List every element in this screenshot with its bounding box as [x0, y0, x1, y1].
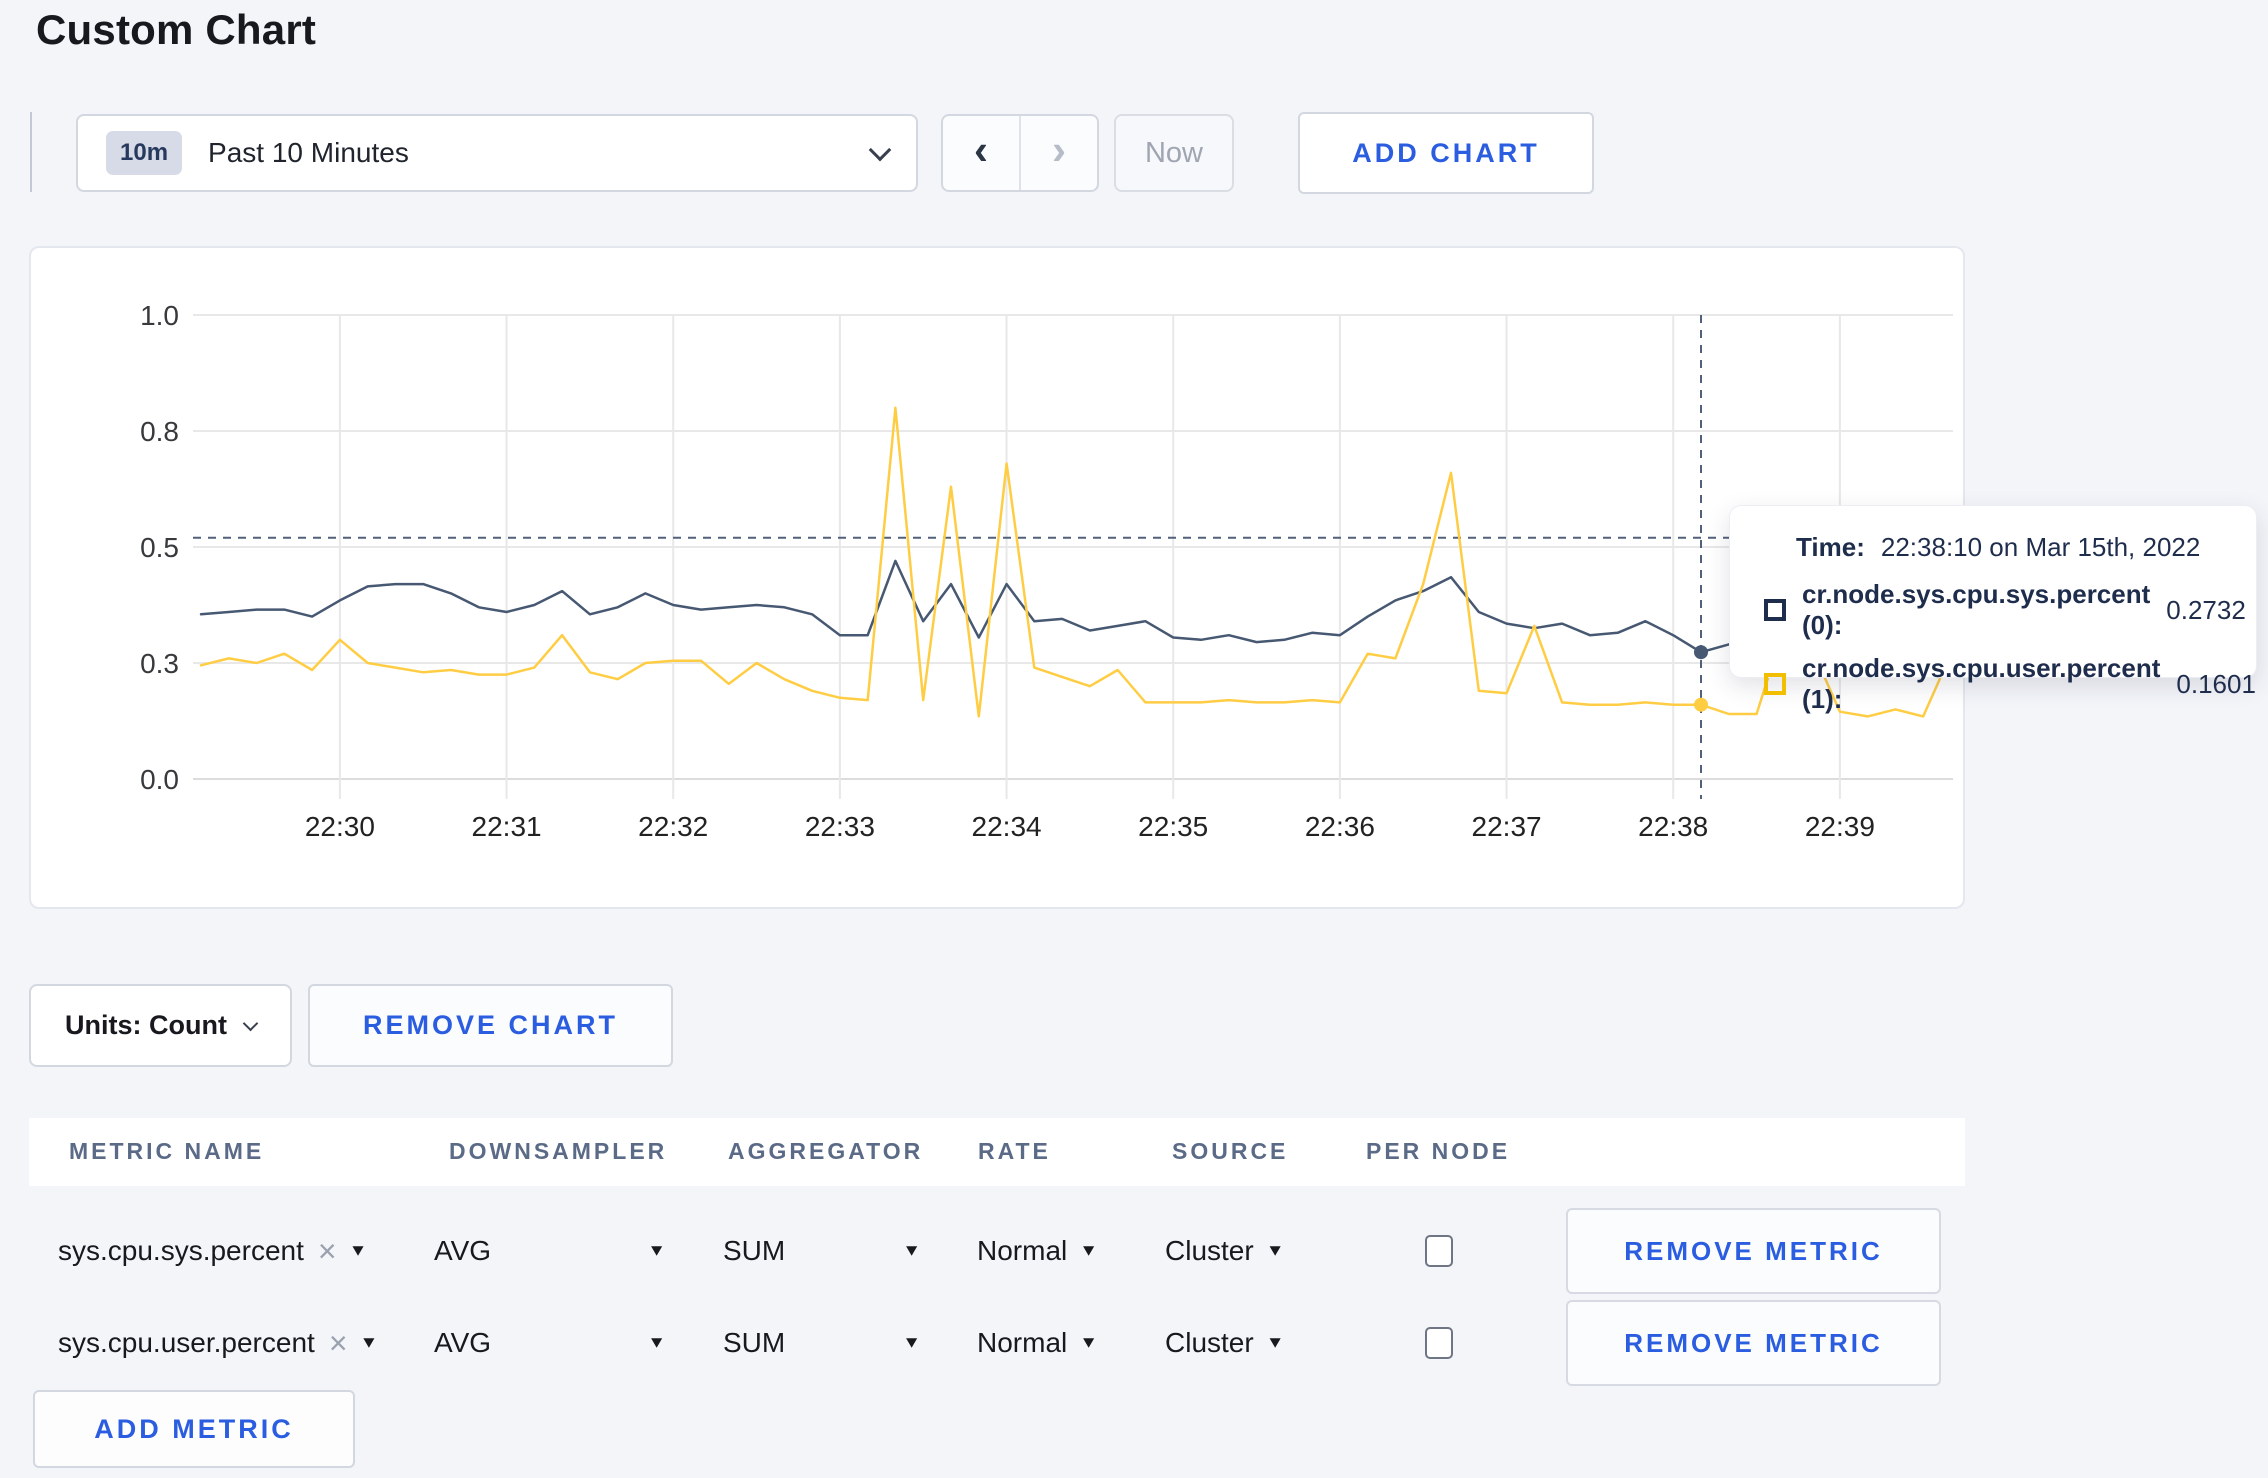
rate-dropdown[interactable]: Normal ▼	[977, 1297, 1098, 1389]
tooltip-series-entry: cr.node.sys.cpu.user.percent (1): 0.1601	[1764, 653, 2256, 715]
tooltip-series-value: 0.1601	[2176, 668, 2256, 699]
tooltip-time-value: 22:38:10 on Mar 15th, 2022	[1880, 532, 2201, 562]
downsampler-value: AVG	[434, 1327, 492, 1358]
metric-name-group: sys.cpu.sys.percent ×	[58, 1235, 337, 1267]
chart-plot[interactable]: 1.0 0.8 0.5 0.3 0.0 22:30 22:31 22:32 22:33 22:34…	[31, 248, 1967, 911]
now-button[interactable]: Now	[1114, 114, 1234, 192]
series-swatch-icon	[1764, 673, 1786, 695]
source-dropdown[interactable]: Cluster ▼	[1165, 1297, 1285, 1389]
aggregator-dropdown[interactable]: SUM ▼	[723, 1297, 921, 1389]
caret-down-icon: ▼	[1265, 1333, 1285, 1352]
prev-timerange-button[interactable]: ‹	[943, 116, 1021, 190]
caret-down-icon: ▼	[1079, 1241, 1099, 1260]
metric-name-value: sys.cpu.user.percent	[58, 1327, 315, 1358]
rate-value: Normal	[977, 1327, 1068, 1358]
caret-down-icon: ▼	[902, 1333, 921, 1352]
metrics-table-header: METRIC NAME DOWNSAMPLER AGGREGATOR RATE SOUR…	[29, 1118, 1965, 1186]
svg-text:0.0: 0.0	[140, 764, 179, 795]
aggregator-dropdown[interactable]: SUM ▼	[723, 1205, 921, 1297]
tooltip-entries: cr.node.sys.cpu.sys.percent (0): 0.2732 cr…	[1764, 579, 2256, 715]
metric-row: sys.cpu.sys.percent × ▼ AVG ▼ SUM ▼ Normal ▼ Clus…	[29, 1205, 1965, 1297]
svg-text:1.0: 1.0	[140, 300, 179, 331]
metric-name-dropdown[interactable]: sys.cpu.sys.percent × ▼	[58, 1205, 368, 1297]
add-chart-button[interactable]: ADD CHART	[1298, 112, 1594, 194]
column-header-downsampler: DOWNSAMPLER	[449, 1138, 668, 1164]
add-metric-button[interactable]: ADD METRIC	[33, 1390, 355, 1468]
aggregator-value: SUM	[723, 1235, 786, 1266]
units-dropdown[interactable]: Units: Count	[29, 984, 292, 1067]
caret-down-icon: ▼	[348, 1241, 368, 1260]
remove-chart-button[interactable]: REMOVE CHART	[308, 984, 673, 1067]
downsampler-dropdown[interactable]: AVG ▼	[434, 1205, 666, 1297]
caret-down-icon: ▼	[359, 1333, 379, 1352]
downsampler-value: AVG	[434, 1235, 492, 1266]
time-window-dropdown[interactable]: 10m Past 10 Minutes	[76, 114, 918, 192]
remove-metric-button[interactable]: REMOVE METRIC	[1566, 1208, 1941, 1294]
svg-text:22:39: 22:39	[1805, 811, 1875, 842]
tooltip-series-label: cr.node.sys.cpu.sys.percent (0):	[1802, 579, 2151, 640]
caret-down-icon: ▼	[902, 1241, 921, 1260]
column-header-per-node: PER NODE	[1366, 1138, 1511, 1164]
aggregator-value: SUM	[723, 1327, 786, 1358]
per-node-checkbox[interactable]	[1425, 1327, 1453, 1359]
metric-name-value: sys.cpu.sys.percent	[58, 1235, 304, 1266]
time-pager: ‹ ›	[941, 114, 1099, 192]
chart-tooltip: Time: 22:38:10 on Mar 15th, 2022 cr.node…	[1729, 505, 2257, 714]
caret-down-icon: ▼	[647, 1333, 666, 1352]
chevron-down-icon	[242, 1015, 259, 1032]
caret-down-icon: ▼	[1265, 1241, 1285, 1260]
svg-text:22:35: 22:35	[1138, 811, 1208, 842]
downsampler-dropdown[interactable]: AVG ▼	[434, 1297, 666, 1389]
svg-text:22:37: 22:37	[1472, 811, 1542, 842]
chart-card: 1.0 0.8 0.5 0.3 0.0 22:30 22:31 22:32 22:33 22:34…	[29, 246, 1965, 909]
source-dropdown[interactable]: Cluster ▼	[1165, 1205, 1285, 1297]
svg-text:22:31: 22:31	[472, 811, 542, 842]
units-label: Units: Count	[65, 1010, 227, 1040]
column-header-source: SOURCE	[1172, 1138, 1289, 1164]
tooltip-series-entry: cr.node.sys.cpu.sys.percent (0): 0.2732	[1764, 579, 2246, 641]
rate-value: Normal	[977, 1235, 1068, 1266]
metric-name-group: sys.cpu.user.percent ×	[58, 1327, 348, 1359]
column-header-aggregator: AGGREGATOR	[728, 1138, 924, 1164]
chevron-left-icon: ‹	[974, 126, 988, 173]
svg-text:0.5: 0.5	[140, 532, 179, 563]
clear-metric-icon[interactable]: ×	[318, 1235, 337, 1267]
source-value: Cluster	[1165, 1327, 1254, 1358]
source-value: Cluster	[1165, 1235, 1254, 1266]
svg-text:22:36: 22:36	[1305, 811, 1375, 842]
metric-name-dropdown[interactable]: sys.cpu.user.percent × ▼	[58, 1297, 378, 1389]
svg-text:22:33: 22:33	[805, 811, 875, 842]
custom-chart-page: Custom Chart 10m Past 10 Minutes ‹ › Now…	[0, 0, 2268, 1478]
column-header-metric-name: METRIC NAME	[69, 1138, 265, 1164]
tooltip-time-label: Time:	[1796, 532, 1865, 562]
remove-metric-button[interactable]: REMOVE METRIC	[1566, 1300, 1941, 1386]
tooltip-series-label: cr.node.sys.cpu.user.percent (1):	[1802, 653, 2161, 714]
page-title: Custom Chart	[36, 6, 317, 53]
caret-down-icon: ▼	[1079, 1333, 1099, 1352]
tooltip-series-value: 0.2732	[2166, 594, 2246, 625]
chevron-right-icon: ›	[1052, 126, 1066, 173]
clear-metric-icon[interactable]: ×	[329, 1327, 348, 1359]
svg-text:22:30: 22:30	[305, 811, 375, 842]
svg-text:22:32: 22:32	[638, 811, 708, 842]
caret-down-icon: ▼	[647, 1241, 666, 1260]
time-window-badge: 10m	[106, 131, 183, 175]
next-timerange-button[interactable]: ›	[1021, 116, 1097, 190]
tooltip-time-row: Time: 22:38:10 on Mar 15th, 2022	[1764, 532, 2226, 563]
rate-dropdown[interactable]: Normal ▼	[977, 1205, 1098, 1297]
svg-text:0.3: 0.3	[140, 648, 179, 679]
series-swatch-icon	[1764, 599, 1786, 621]
per-node-checkbox[interactable]	[1425, 1235, 1453, 1267]
toolbar-separator	[30, 112, 32, 192]
chevron-down-icon	[868, 138, 892, 162]
svg-text:22:34: 22:34	[972, 811, 1042, 842]
svg-text:22:38: 22:38	[1638, 811, 1708, 842]
column-header-rate: RATE	[978, 1138, 1051, 1164]
metric-row: sys.cpu.user.percent × ▼ AVG ▼ SUM ▼ Normal ▼ Clu…	[29, 1297, 1965, 1389]
time-window-label: Past 10 Minutes	[208, 137, 409, 168]
svg-text:0.8: 0.8	[140, 416, 179, 447]
